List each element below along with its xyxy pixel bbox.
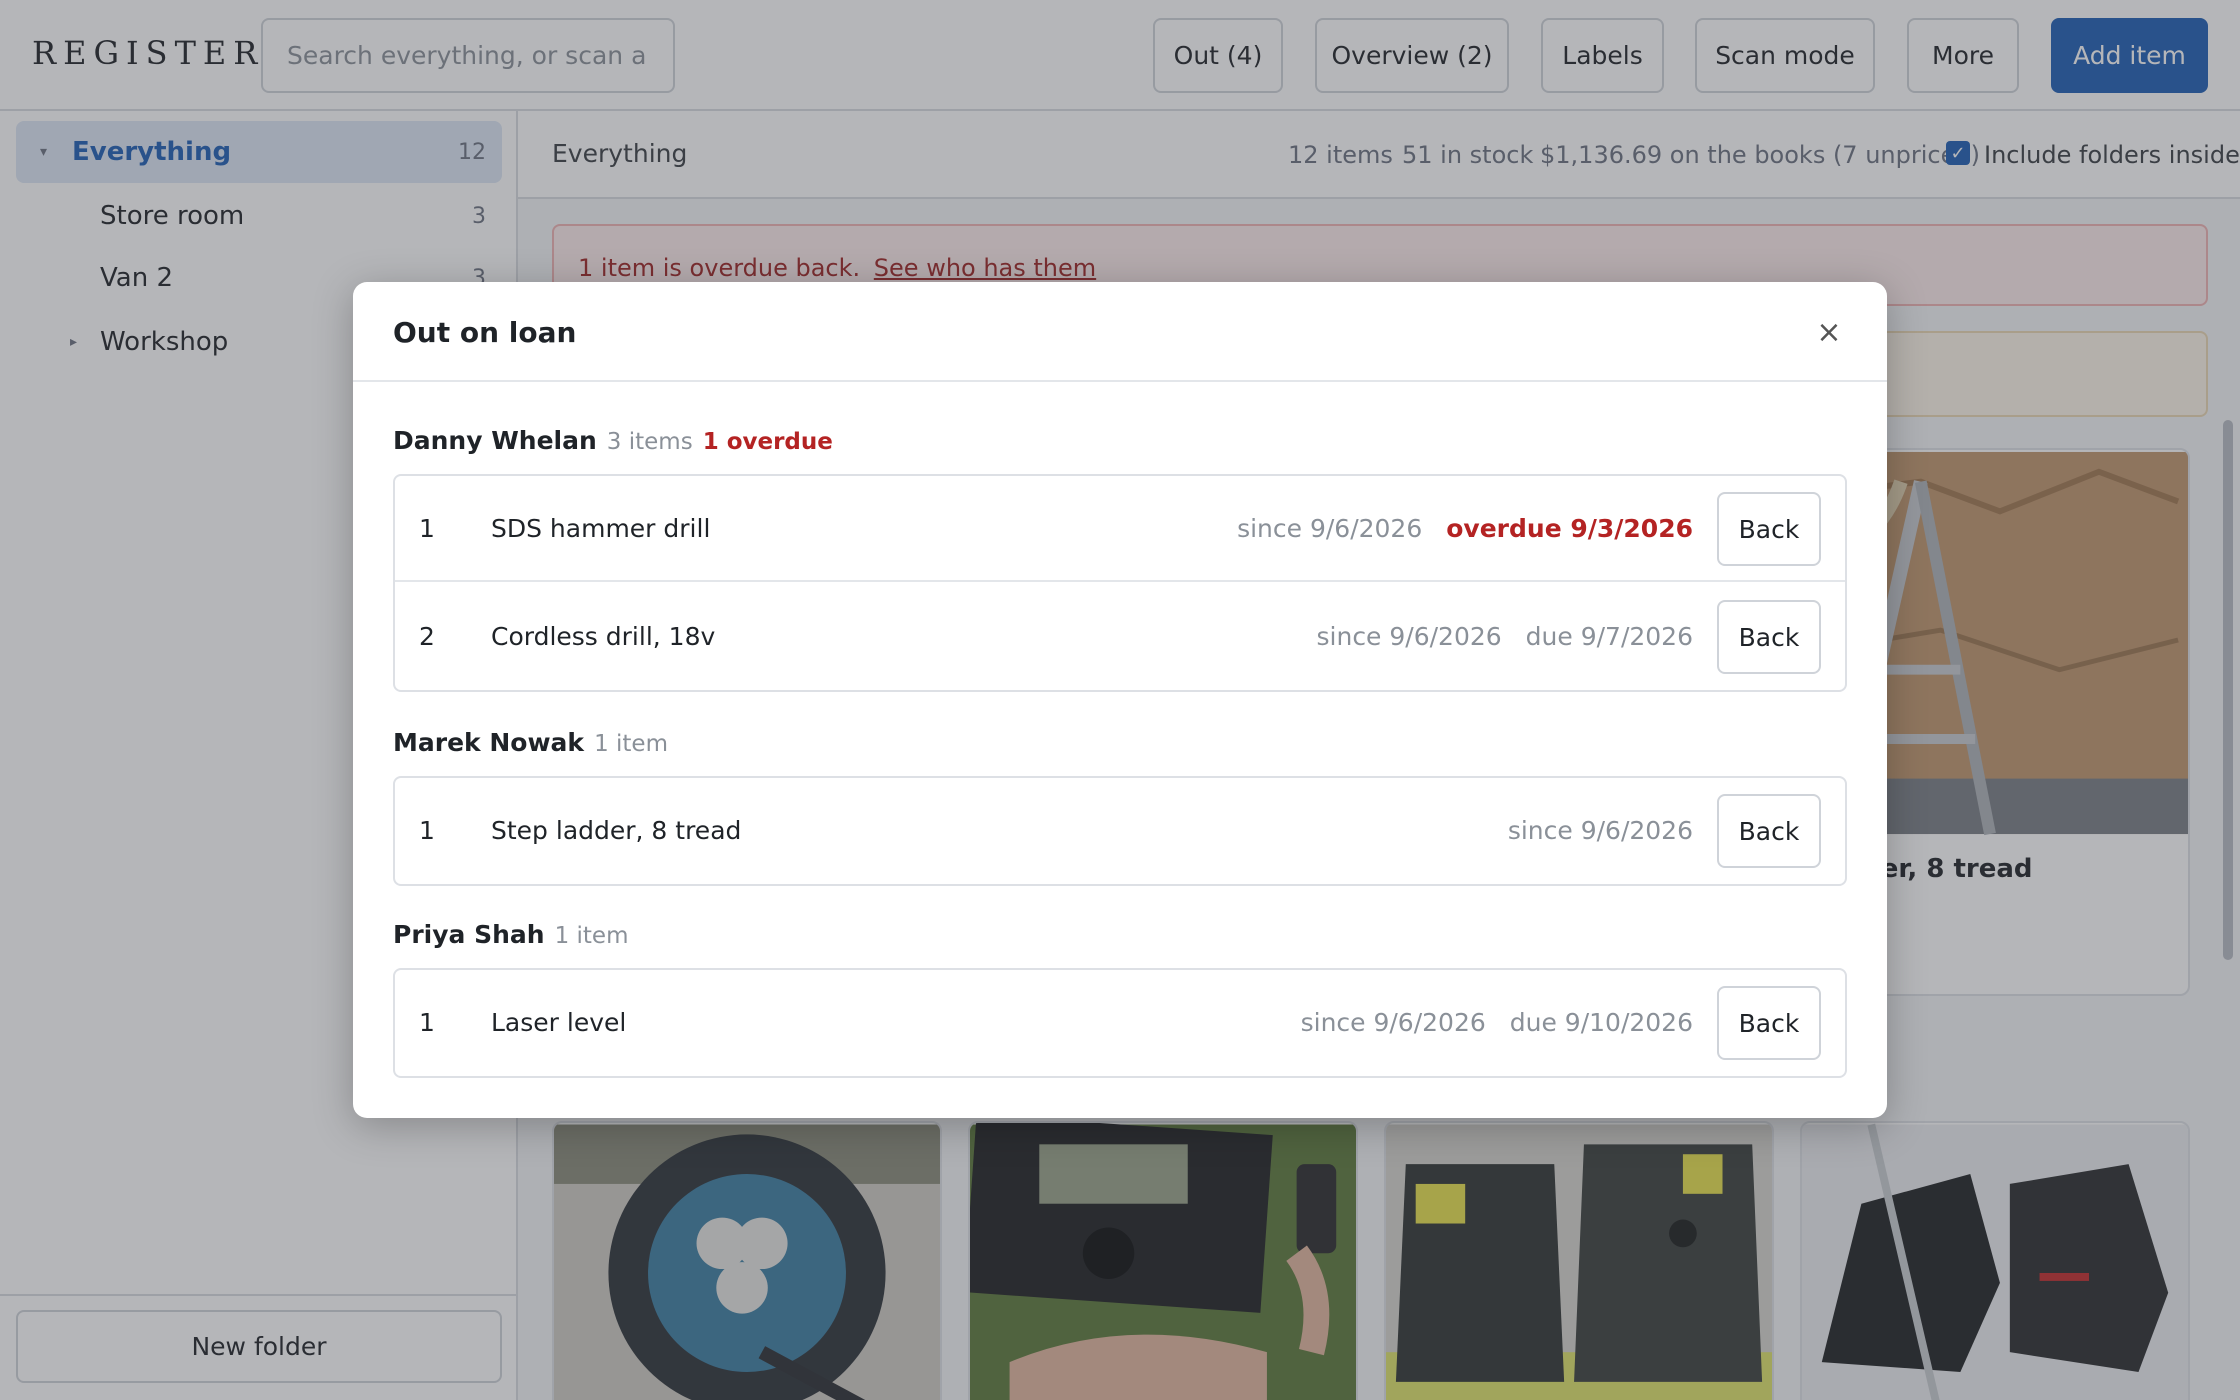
- dialog-header: Out on loan ×: [353, 282, 1887, 382]
- borrower-item-count: 3 items: [606, 429, 693, 455]
- loan-quantity: 2: [419, 622, 435, 651]
- loan-due-date: due 9/7/2026: [1525, 622, 1693, 651]
- loan-since-date: since 9/6/2026: [1316, 622, 1502, 651]
- borrower-overdue-count: 1 overdue: [702, 429, 833, 455]
- loan-row: 2 Cordless drill, 18v since 9/6/2026 due …: [395, 584, 1845, 690]
- borrower-heading: Marek Nowak 1 item: [393, 728, 668, 757]
- loan-row: 1 Laser level since 9/6/2026 due 9/10/202…: [395, 970, 1845, 1076]
- loan-row: 1 Step ladder, 8 tread since 9/6/2026 Ba…: [395, 778, 1845, 884]
- borrower-name: Marek Nowak: [393, 728, 585, 757]
- loan-item-name: Laser level: [491, 1008, 627, 1037]
- loan-item-name: Step ladder, 8 tread: [491, 816, 742, 845]
- loan-group: 1 Laser level since 9/6/2026 due 9/10/202…: [393, 968, 1847, 1078]
- loan-group: 1 SDS hammer drill since 9/6/2026 overdue…: [393, 474, 1847, 692]
- loan-group: 1 Step ladder, 8 tread since 9/6/2026 Ba…: [393, 776, 1847, 886]
- loan-due-date: due 9/10/2026: [1509, 1008, 1693, 1037]
- loan-quantity: 1: [419, 1008, 435, 1037]
- borrower-item-count: 1 item: [594, 731, 668, 757]
- out-on-loan-dialog: Out on loan × Danny Whelan 3 items 1 overd…: [353, 282, 1887, 1118]
- loan-row: 1 SDS hammer drill since 9/6/2026 overdue…: [395, 476, 1845, 582]
- close-icon[interactable]: ×: [1809, 312, 1849, 352]
- loan-since-date: since 9/6/2026: [1507, 816, 1693, 845]
- loan-since-date: since 9/6/2026: [1237, 514, 1423, 543]
- dialog-title: Out on loan: [393, 316, 577, 349]
- back-button[interactable]: Back: [1717, 794, 1821, 868]
- borrower-name: Danny Whelan: [393, 426, 597, 455]
- loan-since-date: since 9/6/2026: [1300, 1008, 1486, 1037]
- borrower-heading: Priya Shah 1 item: [393, 920, 628, 949]
- loan-quantity: 1: [419, 514, 435, 543]
- borrower-item-count: 1 item: [554, 923, 629, 949]
- back-button[interactable]: Back: [1717, 600, 1821, 674]
- borrower-heading: Danny Whelan 3 items 1 overdue: [393, 426, 833, 455]
- loan-quantity: 1: [419, 816, 435, 845]
- loan-item-name: Cordless drill, 18v: [491, 622, 716, 651]
- back-button[interactable]: Back: [1717, 986, 1821, 1060]
- loan-overdue-date: overdue 9/3/2026: [1446, 514, 1693, 543]
- loan-item-name: SDS hammer drill: [491, 514, 711, 543]
- back-button[interactable]: Back: [1717, 492, 1821, 566]
- borrower-name: Priya Shah: [393, 920, 545, 949]
